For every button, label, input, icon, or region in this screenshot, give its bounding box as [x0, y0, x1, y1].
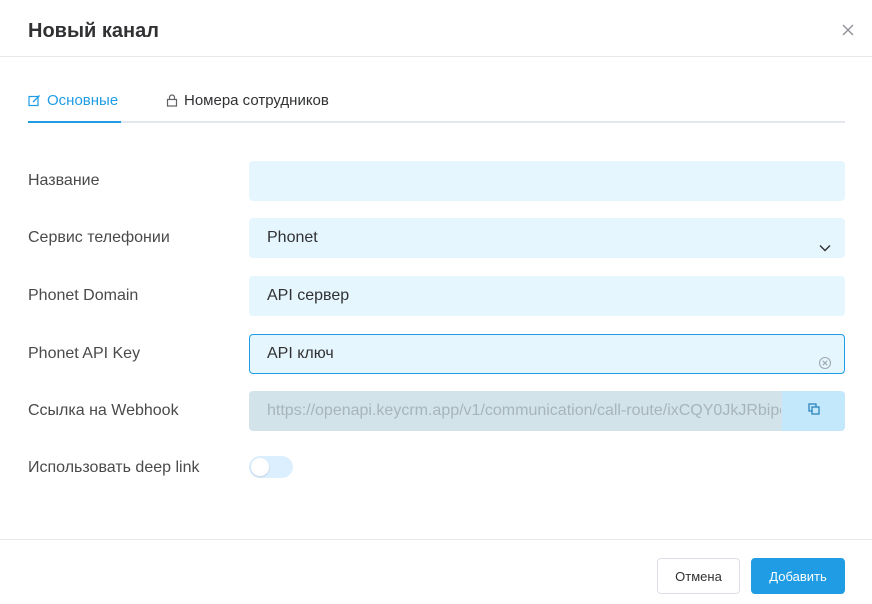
name-label: Название	[28, 172, 100, 189]
api-key-placeholder: API ключ	[267, 345, 334, 362]
copy-icon	[807, 402, 820, 420]
tab-bar: Основные Номера сотрудников	[28, 84, 845, 123]
copy-button[interactable]	[782, 391, 845, 431]
service-row: Сервис телефонии Phonet	[28, 218, 845, 258]
deep-link-row: Использовать deep link	[28, 448, 845, 488]
service-select-value: Phonet	[267, 229, 318, 246]
cancel-button[interactable]: Отмена	[657, 558, 740, 594]
service-label: Сервис телефонии	[28, 229, 170, 246]
toggle-knob	[251, 458, 269, 476]
deep-link-label: Использовать deep link	[28, 459, 200, 476]
clear-icon[interactable]	[818, 347, 832, 373]
api-key-input[interactable]: API ключ	[249, 334, 845, 374]
api-key-label: Phonet API Key	[28, 345, 141, 362]
dialog-title: Новый канал	[28, 20, 159, 42]
edit-icon	[28, 92, 41, 111]
dialog-footer: Отмена Добавить	[0, 539, 872, 604]
chevron-down-icon	[818, 232, 832, 257]
add-button[interactable]: Добавить	[751, 558, 845, 594]
deep-link-toggle[interactable]	[249, 456, 293, 478]
tab-main[interactable]: Основные	[28, 84, 121, 123]
tab-main-label: Основные	[47, 92, 119, 109]
tab-employee-numbers[interactable]: Номера сотрудников	[166, 84, 329, 123]
webhook-row: Ссылка на Webhook https://openapi.keycrm…	[28, 391, 845, 431]
service-select[interactable]: Phonet	[249, 218, 845, 258]
webhook-input: https://openapi.keycrm.app/v1/communicat…	[249, 391, 782, 431]
tab-employee-numbers-label: Номера сотрудников	[184, 92, 329, 109]
domain-label: Phonet Domain	[28, 287, 139, 304]
webhook-label: Ссылка на Webhook	[28, 402, 179, 419]
dialog-header: Новый канал	[0, 0, 872, 57]
domain-input[interactable]: API сервер	[249, 276, 845, 316]
name-input[interactable]	[249, 161, 845, 201]
lock-icon	[166, 92, 178, 111]
name-row: Название	[28, 161, 845, 201]
close-icon[interactable]	[840, 22, 856, 38]
api-key-row: Phonet API Key API ключ	[28, 334, 845, 374]
new-channel-dialog: Новый канал Основные Номера сотрудников …	[0, 0, 872, 604]
domain-row: Phonet Domain API сервер	[28, 276, 845, 316]
